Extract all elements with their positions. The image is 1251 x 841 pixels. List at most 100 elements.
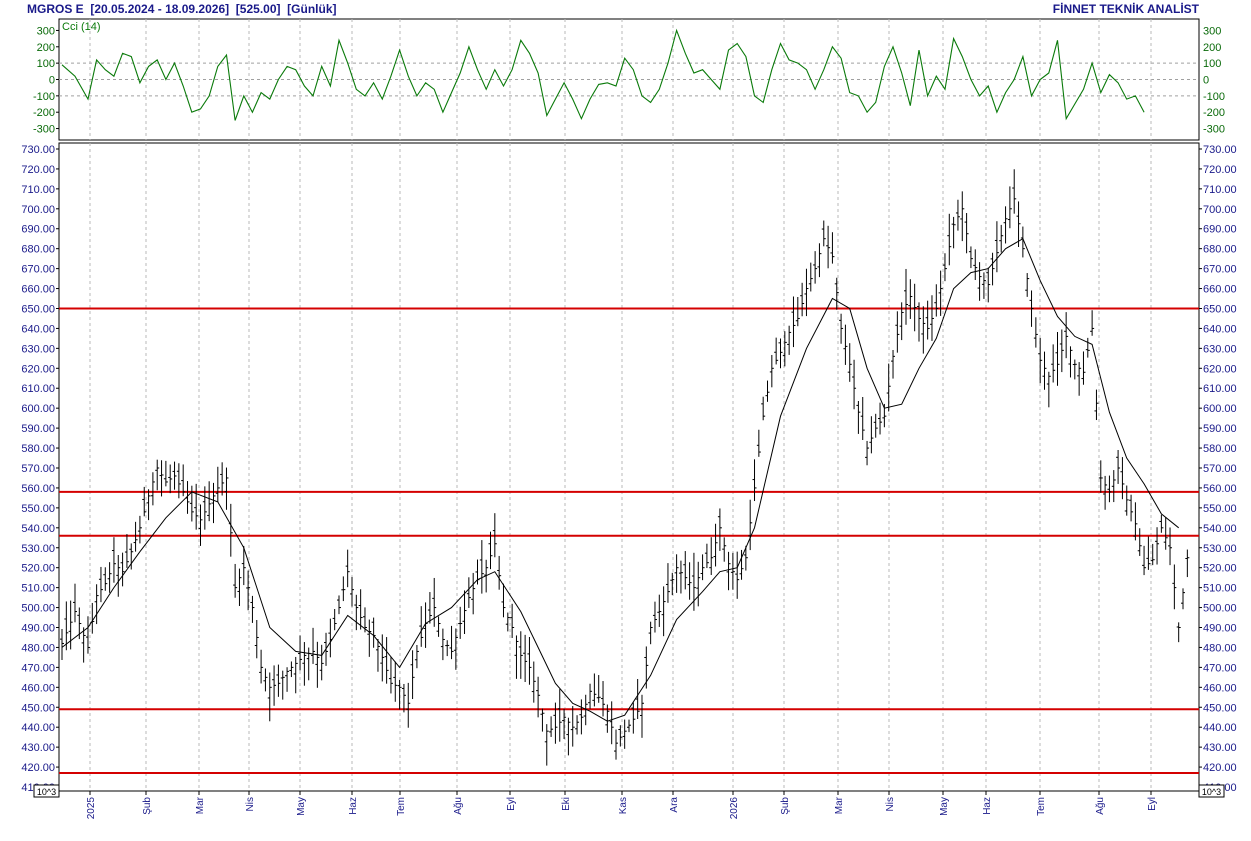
- price-ytick-left: 430.00: [21, 742, 55, 754]
- price-ytick-right: 640.00: [1203, 323, 1237, 335]
- x-tick-label: Eyl: [506, 797, 517, 811]
- x-tick-label: Ağu: [453, 797, 464, 815]
- price-ytick-right: 600.00: [1203, 403, 1237, 415]
- price-ytick-left: 640.00: [21, 323, 55, 335]
- price-ytick-right: 680.00: [1203, 244, 1237, 256]
- price-ytick-left: 700.00: [21, 204, 55, 216]
- x-tick-label: Mar: [834, 796, 845, 814]
- price-ytick-left: 490.00: [21, 623, 55, 635]
- price-ytick-right: 510.00: [1203, 583, 1237, 595]
- x-tick-label: Tem: [1036, 797, 1047, 816]
- x-tick-label: Nis: [245, 797, 256, 811]
- price-ytick-left: 590.00: [21, 423, 55, 435]
- cci-ytick-left: 200: [37, 42, 55, 54]
- price-ytick-left: 540.00: [21, 523, 55, 535]
- price-ytick-left: 520.00: [21, 563, 55, 575]
- x-tick-label: May: [939, 797, 950, 816]
- price-ytick-left: 710.00: [21, 184, 55, 196]
- price-ytick-right: 480.00: [1203, 642, 1237, 654]
- price-ytick-right: 660.00: [1203, 284, 1237, 296]
- cci-ytick-left: 100: [37, 58, 55, 70]
- price-ytick-left: 690.00: [21, 224, 55, 236]
- price-ytick-right: 420.00: [1203, 762, 1237, 774]
- price-panel-frame: [58, 142, 1200, 792]
- price-ytick-right: 650.00: [1203, 303, 1237, 315]
- price-ytick-right: 470.00: [1203, 662, 1237, 674]
- price-ytick-right: 670.00: [1203, 264, 1237, 276]
- x-tick-label: Haz: [982, 797, 993, 815]
- price-ytick-left: 500.00: [21, 603, 55, 615]
- price-ytick-right: 700.00: [1203, 204, 1237, 216]
- price-ytick-left: 440.00: [21, 722, 55, 734]
- price-ytick-right: 630.00: [1203, 343, 1237, 355]
- price-ytick-right: 560.00: [1203, 483, 1237, 495]
- cci-ytick-left: -200: [33, 107, 55, 119]
- x-tick-label: 2026: [729, 797, 740, 820]
- price-ytick-right: 570.00: [1203, 463, 1237, 475]
- price-ytick-right: 490.00: [1203, 623, 1237, 635]
- price-ytick-right: 440.00: [1203, 722, 1237, 734]
- cci-ytick-left: -100: [33, 91, 55, 103]
- price-ytick-right: 730.00: [1203, 144, 1237, 156]
- price-ytick-left: 580.00: [21, 443, 55, 455]
- price-ytick-left: 480.00: [21, 642, 55, 654]
- price-ytick-left: 420.00: [21, 762, 55, 774]
- cci-ytick-left: -300: [33, 124, 55, 136]
- price-ytick-right: 580.00: [1203, 443, 1237, 455]
- price-ytick-left: 450.00: [21, 702, 55, 714]
- x-tick-label: Eki: [561, 797, 572, 811]
- cci-ytick-right: -200: [1203, 107, 1225, 119]
- price-ytick-right: 500.00: [1203, 603, 1237, 615]
- scale-label-right: 10^3: [1202, 787, 1221, 797]
- price-ytick-left: 680.00: [21, 244, 55, 256]
- x-tick-label: Tem: [396, 797, 407, 816]
- price-ytick-left: 530.00: [21, 543, 55, 555]
- price-ytick-right: 720.00: [1203, 164, 1237, 176]
- cci-ytick-right: 0: [1203, 75, 1209, 87]
- x-tick-label: Mar: [195, 796, 206, 814]
- price-ytick-right: 690.00: [1203, 224, 1237, 236]
- scale-label-left: 10^3: [37, 787, 56, 797]
- price-ytick-right: 550.00: [1203, 503, 1237, 515]
- cci-ytick-right: 300: [1203, 25, 1221, 37]
- cci-ytick-right: 200: [1203, 42, 1221, 54]
- x-tick-label: Eyl: [1147, 797, 1158, 811]
- price-ytick-left: 600.00: [21, 403, 55, 415]
- price-ytick-left: 720.00: [21, 164, 55, 176]
- price-ytick-right: 620.00: [1203, 363, 1237, 375]
- price-ytick-left: 620.00: [21, 363, 55, 375]
- x-tick-label: Şub: [780, 797, 791, 815]
- cci-ytick-right: 100: [1203, 58, 1221, 70]
- price-ytick-left: 510.00: [21, 583, 55, 595]
- price-ytick-right: 610.00: [1203, 383, 1237, 395]
- price-ytick-left: 630.00: [21, 343, 55, 355]
- x-tick-label: May: [296, 797, 307, 816]
- price-ytick-left: 550.00: [21, 503, 55, 515]
- price-ytick-left: 610.00: [21, 383, 55, 395]
- price-ytick-right: 450.00: [1203, 702, 1237, 714]
- x-tick-label: Ara: [669, 797, 680, 813]
- price-ytick-left: 660.00: [21, 284, 55, 296]
- price-ytick-left: 470.00: [21, 662, 55, 674]
- x-tick-label: Ağu: [1095, 797, 1106, 815]
- price-ytick-right: 430.00: [1203, 742, 1237, 754]
- cci-ytick-right: -100: [1203, 91, 1225, 103]
- price-ytick-left: 650.00: [21, 303, 55, 315]
- price-ytick-right: 520.00: [1203, 563, 1237, 575]
- price-ytick-right: 540.00: [1203, 523, 1237, 535]
- cci-ytick-left: 0: [49, 75, 55, 87]
- cci-ytick-left: 300: [37, 25, 55, 37]
- x-tick-label: 2025: [86, 797, 97, 820]
- cci-ytick-right: -300: [1203, 124, 1225, 136]
- price-ytick-left: 560.00: [21, 483, 55, 495]
- price-ytick-right: 460.00: [1203, 682, 1237, 694]
- price-ytick-right: 590.00: [1203, 423, 1237, 435]
- price-ytick-left: 730.00: [21, 144, 55, 156]
- price-ytick-right: 530.00: [1203, 543, 1237, 555]
- x-tick-label: Nis: [885, 797, 896, 811]
- x-tick-label: Şub: [142, 797, 153, 815]
- cci-legend: Cci (14): [62, 21, 101, 33]
- x-tick-label: Kas: [618, 797, 629, 814]
- price-ytick-left: 670.00: [21, 264, 55, 276]
- price-ytick-left: 460.00: [21, 682, 55, 694]
